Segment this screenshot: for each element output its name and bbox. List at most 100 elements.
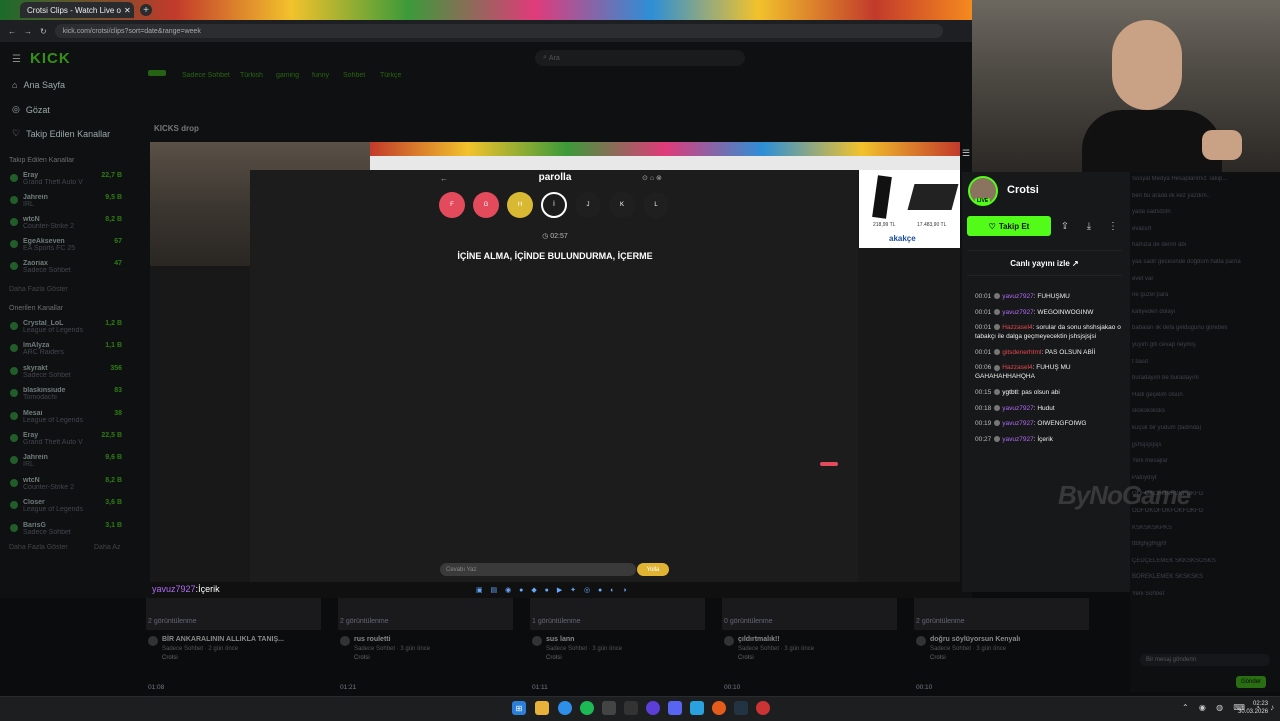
tag-chip[interactable]: Sohbet bbox=[343, 72, 365, 79]
clip-card[interactable]: 2 görüntülenme doğru söylüyorsun Kenyalı S… bbox=[914, 598, 1099, 678]
clip-card[interactable]: 2 görüntülenme rus rouletti Sadece Sohbet … bbox=[338, 598, 523, 678]
recommended-channel[interactable]: blaskinsiude Tomodachi 83 bbox=[10, 387, 122, 409]
app-icon[interactable] bbox=[624, 701, 638, 715]
followed-channel[interactable]: Eray Grand Theft Auto V 22,7 B bbox=[10, 172, 122, 194]
chrome-icon[interactable] bbox=[558, 701, 572, 715]
answer-input[interactable]: Cevabı Yaz bbox=[440, 563, 636, 576]
clip-thumbnail[interactable] bbox=[338, 598, 513, 630]
app-icon[interactable] bbox=[712, 701, 726, 715]
clip-author[interactable]: Crotsi bbox=[546, 655, 562, 661]
followed-channel[interactable]: wtcN Counter-Strike 2 8,2 B bbox=[10, 216, 122, 238]
followed-show-more[interactable]: Daha Fazla Göster bbox=[9, 286, 68, 293]
nav-browse[interactable]: ◎ Gözat bbox=[12, 104, 50, 115]
recommended-channel[interactable]: Eray Grand Theft Auto V 22,5 B bbox=[10, 432, 122, 454]
channel-name: Crystal_LoL bbox=[23, 320, 64, 327]
answer-submit-button[interactable]: Yolla bbox=[637, 563, 669, 576]
clip-thumbnail[interactable] bbox=[722, 598, 897, 630]
channel-viewers: 3,6 B bbox=[105, 499, 122, 507]
clip-title[interactable]: doğru söylüyorsun Kenyalı bbox=[930, 636, 1020, 643]
channel-game: League of Legends bbox=[23, 506, 83, 514]
chat-message: 00:06 Hazzasel4: FUHUŞ MU GAHAHAHHAHQHA bbox=[975, 363, 1125, 381]
taskbar-clock[interactable]: 02:23 30.03.2026 bbox=[1238, 700, 1268, 716]
telegram-icon[interactable] bbox=[690, 701, 704, 715]
clip-title[interactable]: BİR ANKARALININ ALLIKLA TANIŞ... bbox=[162, 636, 284, 643]
clip-author[interactable]: Crotsi bbox=[354, 655, 370, 661]
clip-thumbnail[interactable] bbox=[146, 598, 321, 630]
recommended-channel[interactable]: Jahrein IRL 9,6 B bbox=[10, 454, 122, 476]
app-icon[interactable] bbox=[646, 701, 660, 715]
game-back-icon[interactable]: ← bbox=[440, 174, 448, 183]
new-tab-button[interactable]: + bbox=[140, 4, 152, 16]
chat-send-button[interactable]: Gönder bbox=[1236, 676, 1266, 688]
chat-username[interactable]: yavuz7927 bbox=[1002, 405, 1033, 412]
streamer-name[interactable]: Crotsi bbox=[1007, 184, 1039, 196]
recommended-channel[interactable]: lmAlyza ARC Raiders 1,1 B bbox=[10, 342, 122, 364]
discord-icon[interactable] bbox=[668, 701, 682, 715]
category-pill[interactable] bbox=[148, 70, 166, 76]
game-options-icons[interactable]: ⊙ ⌂ ⊗ bbox=[642, 174, 662, 182]
spotify-icon[interactable] bbox=[580, 701, 594, 715]
recommended-show-more[interactable]: Daha Fazla Göster bbox=[9, 544, 68, 551]
browser-tab[interactable]: Crotsi Clips - Watch Live o ✕ bbox=[20, 2, 134, 18]
chat-username[interactable]: gitsdenerhtml bbox=[1002, 349, 1041, 356]
clip-author[interactable]: Crotsi bbox=[930, 655, 946, 661]
akakce-ad[interactable]: 218,99 TL 17.483,90 TL akakçe bbox=[859, 170, 960, 248]
chat-username[interactable]: yavuz7927 bbox=[1002, 309, 1033, 316]
nav-following[interactable]: ♡ Takip Edilen Kanallar bbox=[12, 128, 110, 139]
clip-title[interactable]: sus lann bbox=[546, 636, 574, 643]
clip-author[interactable]: Crotsi bbox=[162, 655, 178, 661]
clip-thumbnail[interactable] bbox=[530, 598, 705, 630]
chat-username[interactable]: yavuz7927 bbox=[1002, 293, 1033, 300]
kick-logo[interactable]: KICK bbox=[30, 50, 71, 67]
follow-button[interactable]: ♡ Takip Et bbox=[967, 216, 1051, 236]
search-input[interactable]: ⌕ Ara bbox=[535, 50, 745, 66]
menu-icon[interactable]: ☰ bbox=[962, 148, 970, 159]
clip-card[interactable]: 0 görüntülenme çıldırtmalık!! Sadece Sohbe… bbox=[722, 598, 907, 678]
steam-icon[interactable] bbox=[734, 701, 748, 715]
chat-username[interactable]: yavuz7927 bbox=[1002, 436, 1033, 443]
tag-chip[interactable]: funny bbox=[312, 72, 329, 79]
chat-username[interactable]: yavuz7927 bbox=[1002, 420, 1033, 427]
tag-chip[interactable]: Türkçe bbox=[380, 72, 401, 79]
more-options-icon[interactable]: ⋮ bbox=[1105, 218, 1121, 234]
app-icon[interactable] bbox=[756, 701, 770, 715]
tag-chip[interactable]: Sadece Sohbet bbox=[182, 72, 230, 79]
clip-thumbnail[interactable] bbox=[914, 598, 1089, 630]
hamburger-menu-icon[interactable]: ☰ bbox=[12, 54, 21, 65]
share-icon[interactable]: ⇪ bbox=[1057, 218, 1073, 234]
recommended-channel[interactable]: wtcN Counter-Strike 2 8,2 B bbox=[10, 477, 122, 499]
followed-channel[interactable]: Jahrein IRL 9,5 B bbox=[10, 194, 122, 216]
chat-username[interactable]: ygtbtl bbox=[1002, 389, 1018, 396]
tag-chip[interactable]: gaming bbox=[276, 72, 299, 79]
recommended-channel[interactable]: skyrakt Sadece Sohbet 356 bbox=[10, 365, 122, 387]
chat-username[interactable]: Hazzasel4 bbox=[1002, 324, 1032, 331]
app-icon[interactable] bbox=[602, 701, 616, 715]
recommended-channel[interactable]: Crystal_LoL League of Legends 1,2 B bbox=[10, 320, 122, 342]
recommended-channel[interactable]: Closer League of Legends 3,6 B bbox=[10, 499, 122, 521]
windows-start-icon[interactable]: ⊞ bbox=[512, 701, 526, 715]
clip-title[interactable]: rus rouletti bbox=[354, 636, 391, 643]
recommended-channel[interactable]: Mesai League of Legends 38 bbox=[10, 410, 122, 432]
tag-chip[interactable]: Türkish bbox=[240, 72, 263, 79]
file-explorer-icon[interactable] bbox=[535, 701, 549, 715]
clip-author[interactable]: Crotsi bbox=[738, 655, 754, 661]
chat-username[interactable]: Hazzasel4 bbox=[1002, 364, 1032, 371]
download-icon[interactable]: ⤓ bbox=[1081, 218, 1097, 234]
chat-message: 00:01 Hazzasel4: sorular da sonu shshsjak… bbox=[975, 323, 1125, 341]
forward-icon[interactable]: → bbox=[24, 27, 32, 36]
tab-close-icon[interactable]: ✕ bbox=[124, 6, 131, 15]
watch-live-button[interactable]: Canlı yayını izle ↗ bbox=[967, 250, 1122, 276]
followed-channel[interactable]: EgeAkseven EA Sports FC 25 67 bbox=[10, 238, 122, 260]
followed-channel[interactable]: Zaoriax Sadece Sohbet 47 bbox=[10, 260, 122, 282]
recommended-show-less[interactable]: Daha Az bbox=[94, 544, 120, 551]
clip-card[interactable]: 2 görüntülenme BİR ANKARALININ ALLIKLA TA… bbox=[146, 598, 331, 678]
back-icon[interactable]: ← bbox=[8, 27, 16, 36]
clip-title[interactable]: çıldırtmalık!! bbox=[738, 636, 780, 643]
nav-home[interactable]: ⌂ Ana Sayfa bbox=[12, 80, 65, 90]
recommended-channel[interactable]: BarisG Sadece Sohbet 3,1 B bbox=[10, 522, 122, 544]
url-field[interactable]: kick.com/crotsi/clips?sort=date&range=we… bbox=[54, 24, 943, 38]
clip-card[interactable]: 1 görüntülenme sus lann Sadece Sohbet · 3 … bbox=[530, 598, 715, 678]
letter-circle: K bbox=[609, 192, 635, 218]
chat-send-input[interactable]: Bir mesaj gönderin bbox=[1140, 654, 1270, 666]
reload-icon[interactable]: ↻ bbox=[40, 27, 47, 36]
